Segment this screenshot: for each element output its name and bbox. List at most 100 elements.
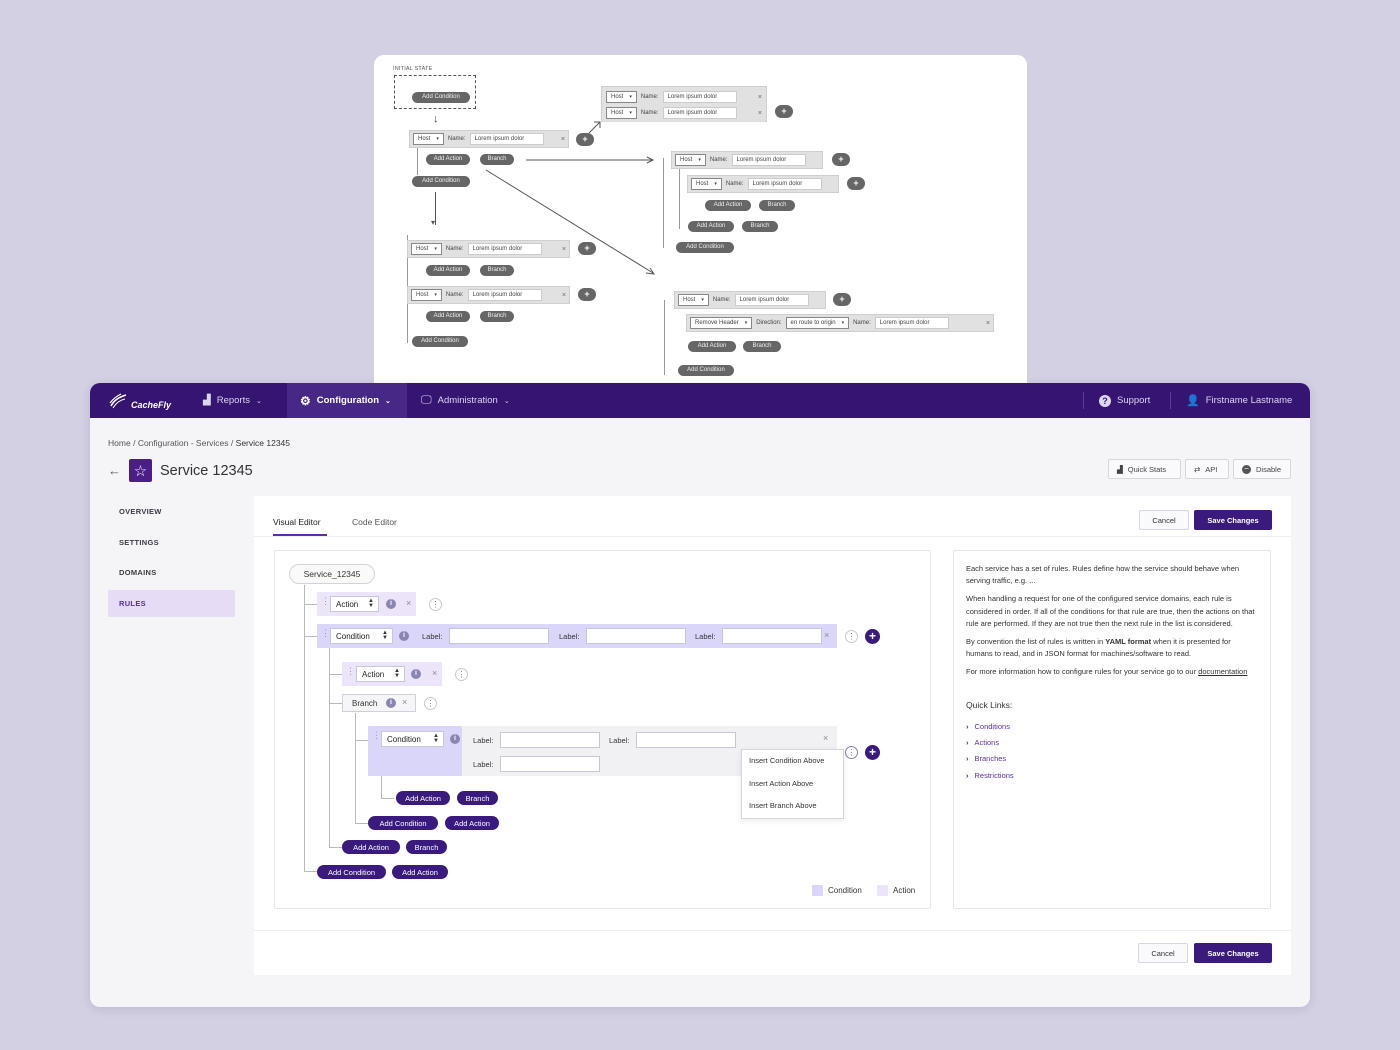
more-options-icon[interactable]: ⋮ [429,598,442,611]
bar-chart-icon: ▟ [1117,464,1123,474]
tree-line [329,703,342,704]
tree-line [329,648,330,847]
add-action-button[interactable]: Add Action [445,816,499,830]
branch-button[interactable]: Branch [457,791,498,805]
sidebar-item-settings[interactable]: SETTINGS [108,529,235,556]
nav-administration[interactable]: 🖵 Administration ⌄ [421,383,510,418]
cachefly-logo[interactable]: CacheFly [108,389,188,413]
disable-button[interactable]: − Disable [1233,459,1291,479]
nav-configuration[interactable]: ⚙ Configuration ⌄ [287,383,407,418]
info-icon[interactable]: i [399,631,409,641]
menu-item-insert-condition-above[interactable]: Insert Condition Above [742,750,843,773]
breadcrumb-separator: / [230,438,234,448]
close-icon[interactable]: × [402,697,407,707]
legend-action: Action [877,885,915,896]
drag-handle-icon[interactable]: ⋮⋮ [321,629,338,638]
quick-link-restrictions[interactable]: › Restrictions [966,768,1258,784]
insert-context-menu: Insert Condition Above Insert Action Abo… [741,749,844,819]
swap-icon: ⇄ [1194,464,1201,474]
label-input[interactable] [500,732,600,748]
close-icon[interactable]: × [432,668,437,678]
add-action-button[interactable]: Add Action [396,791,450,805]
rules-help-panel: Each service has a set of rules. Rules d… [953,550,1271,909]
quick-stats-button[interactable]: ▟ Quick Stats [1108,459,1181,479]
help-paragraph: Each service has a set of rules. Rules d… [966,564,1240,586]
help-paragraph-docs: For more information how to configure ru… [966,667,1248,677]
menu-item-insert-action-above[interactable]: Insert Action Above [742,773,843,796]
branch-button[interactable]: Branch [406,840,447,854]
menu-item-insert-branch-above[interactable]: Insert Branch Above [742,795,843,818]
info-icon[interactable]: i [450,734,460,744]
footer-divider [254,930,1291,931]
close-icon[interactable]: × [406,598,411,608]
breadcrumb-section[interactable]: Configuration - Services [138,438,229,448]
action-select[interactable]: Action ▲ ▼ [356,666,405,682]
logo-icon [109,393,127,409]
quick-link-conditions[interactable]: › Conditions [966,719,1258,735]
save-changes-button[interactable]: Save Changes [1194,510,1272,530]
service-root-node[interactable]: Service_12345 [289,564,375,584]
quick-link-branches[interactable]: › Branches [966,751,1258,767]
label-caption: Label: [695,632,716,641]
tree-line [381,798,394,799]
chevron-down-icon: ⌄ [503,397,510,405]
back-arrow-icon[interactable]: ← [108,463,121,478]
info-icon[interactable]: i [411,669,421,679]
add-icon[interactable]: + [865,745,880,760]
label-input[interactable] [500,756,600,772]
gear-icon: ⚙ [300,393,311,408]
legend-action-label: Action [893,886,916,895]
api-button[interactable]: ⇄ API [1185,459,1229,479]
add-condition-button[interactable]: Add Condition [368,816,438,830]
close-icon[interactable]: × [823,733,828,743]
cancel-button-footer[interactable]: Cancel [1138,943,1188,963]
label-caption: Label: [609,736,630,745]
drag-handle-icon[interactable]: ⋮⋮ [346,667,363,676]
label-input[interactable] [449,628,549,644]
add-action-button[interactable]: Add Action [392,865,448,879]
tab-code-editor[interactable]: Code Editor [352,517,397,527]
wire-connector-arrows [485,121,656,275]
app-window: CacheFly ▟ Reports ⌄ ⚙ Configuration ⌄ 🖵… [90,383,1310,1007]
condition-select[interactable]: Condition ▲ ▼ [330,628,393,644]
quick-link-actions[interactable]: › Actions [966,735,1258,751]
sidebar-item-domains[interactable]: DOMAINS [108,559,235,586]
documentation-link[interactable]: documentation [1198,667,1247,676]
condition-select[interactable]: Condition ▲ ▼ [381,731,444,747]
drag-handle-icon[interactable]: ⋮⋮ [321,597,338,606]
save-changes-button-footer[interactable]: Save Changes [1194,943,1272,963]
action-select[interactable]: Action ▲ ▼ [330,596,379,612]
nav-divider [1170,392,1171,409]
help-paragraph: When handling a request for one of the c… [966,594,1255,628]
nav-reports[interactable]: ▟ Reports ⌄ [203,383,262,418]
add-condition-button[interactable]: Add Condition [317,865,386,879]
disable-label: Disable [1256,464,1282,474]
more-options-icon[interactable]: ⋮ [424,697,437,710]
drag-handle-icon[interactable]: ⋮⋮ [372,731,389,740]
cancel-button[interactable]: Cancel [1139,510,1189,530]
info-icon[interactable]: i [386,599,396,609]
label-input[interactable] [722,628,822,644]
chevron-down-icon: ⌄ [385,397,391,405]
chevron-right-icon: › [966,738,969,748]
more-options-icon[interactable]: ⋮ [455,668,468,681]
chevron-right-icon: › [966,721,969,731]
more-options-icon[interactable]: ⋮ [845,746,858,759]
info-icon[interactable]: i [386,698,396,708]
nav-user[interactable]: 👤 Firstname Lastname [1186,383,1292,418]
tab-visual-editor[interactable]: Visual Editor [273,517,321,527]
add-action-button[interactable]: Add Action [342,840,400,854]
close-icon[interactable]: × [824,630,829,640]
top-navbar: CacheFly ▟ Reports ⌄ ⚙ Configuration ⌄ 🖵… [90,383,1310,418]
breadcrumb-home[interactable]: Home [108,438,131,448]
sidebar: OVERVIEW SETTINGS DOMAINS RULES [108,498,235,620]
nav-support[interactable]: ? Support [1099,383,1150,418]
sidebar-item-overview[interactable]: OVERVIEW [108,498,235,525]
quick-stats-label: Quick Stats [1127,464,1167,474]
label-caption: Label: [473,736,494,745]
add-icon[interactable]: + [865,629,880,644]
more-options-icon[interactable]: ⋮ [845,630,858,643]
label-input[interactable] [636,732,736,748]
sidebar-item-rules[interactable]: RULES [108,589,235,617]
label-input[interactable] [586,628,686,644]
